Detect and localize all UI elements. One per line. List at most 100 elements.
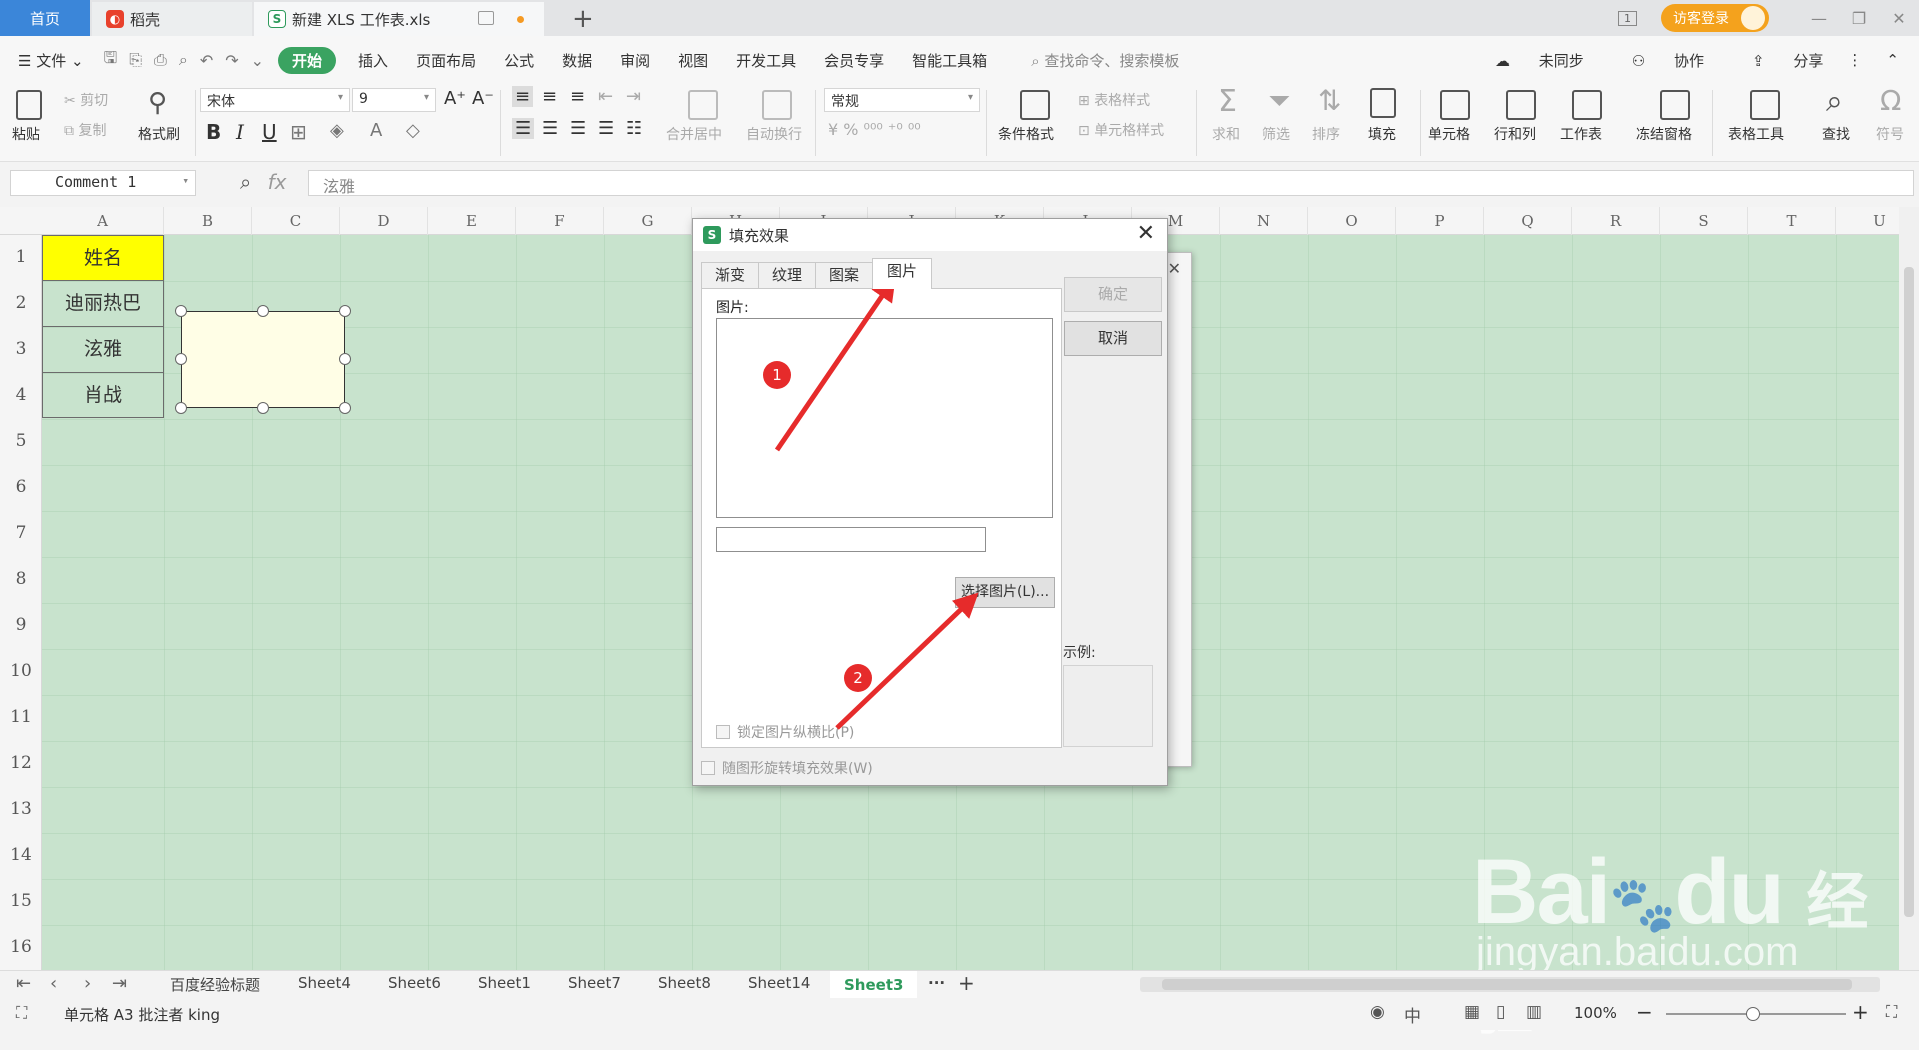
row-header-cell[interactable]: 9 <box>0 615 42 635</box>
wrap-text-button[interactable]: 自动换行 <box>746 124 802 144</box>
symbol-button[interactable]: 符号 <box>1876 124 1904 144</box>
lock-ratio-row[interactable]: 锁定图片纵横比(P) <box>716 722 854 742</box>
table-tools-icon[interactable] <box>1750 90 1780 120</box>
font-size-select[interactable]: 9 ▾ <box>352 88 436 112</box>
fullscreen-icon[interactable]: ⛶ <box>1886 1002 1897 1022</box>
cell-a4[interactable]: 肖战 <box>42 372 164 418</box>
page-count-icon[interactable]: 1 <box>1618 10 1637 26</box>
command-search[interactable]: ⌕ 查找命令、搜索模板 <box>1031 50 1179 71</box>
column-header-cell[interactable]: S <box>1660 207 1748 235</box>
collapse-ribbon-icon[interactable]: ⌃ <box>1886 51 1899 69</box>
column-header-cell[interactable]: T <box>1748 207 1836 235</box>
ok-button[interactable]: 确定 <box>1064 277 1162 312</box>
cond-format-icon[interactable] <box>1020 90 1050 120</box>
row-header-cell[interactable]: 11 <box>0 707 42 727</box>
sheet-tab-active[interactable]: Sheet3 <box>830 971 918 999</box>
paste-icon[interactable] <box>16 90 42 120</box>
filter-icon[interactable]: ⏷ <box>1268 84 1290 118</box>
symbol-icon[interactable]: Ω <box>1880 84 1901 117</box>
tab-picture[interactable]: 图片 <box>872 258 932 289</box>
row-header-cell[interactable]: 16 <box>0 937 42 957</box>
format-painter-button[interactable]: 格式刷 <box>138 124 180 144</box>
more-icon[interactable]: ⋮ <box>1847 51 1862 69</box>
monitor-icon[interactable] <box>478 11 494 25</box>
horizontal-scrollbar[interactable] <box>1140 977 1880 992</box>
rotate-fill-checkbox[interactable] <box>701 761 715 775</box>
menu-page-layout[interactable]: 页面布局 <box>416 50 476 71</box>
sum-button[interactable]: 求和 <box>1212 124 1240 144</box>
sheet-tab[interactable]: Sheet7 <box>568 974 621 992</box>
column-header-cell[interactable]: N <box>1220 207 1308 235</box>
menu-view[interactable]: 视图 <box>678 50 708 71</box>
fx-icon[interactable]: fx <box>268 170 287 194</box>
print-preview-icon[interactable]: ⌕ <box>179 50 188 70</box>
sync-button[interactable]: ☁ 未同步 <box>1471 50 1584 71</box>
redo-icon[interactable]: ↷ <box>225 51 238 70</box>
language-icon[interactable]: 中 <box>1404 1002 1421 1027</box>
clear-icon[interactable]: ◇ <box>406 120 420 141</box>
rotate-fill-row[interactable]: 随图形旋转填充效果(W) <box>701 758 873 778</box>
cell-button[interactable]: 单元格 <box>1428 124 1470 144</box>
sheet-tab[interactable]: Sheet4 <box>298 974 351 992</box>
column-header-cell[interactable]: A <box>42 207 164 235</box>
restore-icon[interactable]: ❐ <box>1839 9 1879 28</box>
tab-document[interactable]: S 新建 XLS 工作表.xls <box>254 2 544 36</box>
column-header-cell[interactable]: G <box>604 207 692 235</box>
menu-review[interactable]: 审阅 <box>620 50 650 71</box>
justify-icon[interactable]: ☰ <box>598 118 614 139</box>
formula-input[interactable]: 泫雅 <box>308 170 1914 196</box>
column-header-cell[interactable]: P <box>1396 207 1484 235</box>
increase-font-icon[interactable]: A⁺ <box>444 88 466 109</box>
row-header-cell[interactable]: 2 <box>0 293 42 313</box>
column-header-cell[interactable]: R <box>1572 207 1660 235</box>
freeze-icon[interactable] <box>1660 90 1690 120</box>
menu-home[interactable]: 开始 <box>278 46 337 74</box>
row-header-cell[interactable]: 8 <box>0 569 42 589</box>
menu-smart-toolbox[interactable]: 智能工具箱 <box>912 50 987 71</box>
cell-a1[interactable]: 姓名 <box>42 235 164 281</box>
menu-insert[interactable]: 插入 <box>358 50 388 71</box>
table-tools-button[interactable]: 表格工具 <box>1728 124 1784 144</box>
new-tab-button[interactable]: + <box>572 4 594 34</box>
cell-style-button[interactable]: ⊡ 单元格样式 <box>1078 120 1164 140</box>
zoom-in-icon[interactable]: + <box>1852 1000 1869 1024</box>
merge-center-icon[interactable] <box>688 90 718 120</box>
more-sheets-icon[interactable]: ··· <box>928 974 945 992</box>
bold-icon[interactable]: B <box>206 120 221 144</box>
row-header-cell[interactable]: 10 <box>0 661 42 681</box>
align-center-icon[interactable]: ☰ <box>542 118 558 139</box>
worksheet-icon[interactable] <box>1572 90 1602 120</box>
row-col-button[interactable]: 行和列 <box>1494 124 1536 144</box>
sheet-tab[interactable]: Sheet8 <box>658 974 711 992</box>
align-bottom-icon[interactable]: ≡ <box>570 86 585 107</box>
next-sheet-icon[interactable]: › <box>84 973 91 994</box>
row-header-cell[interactable]: 1 <box>0 247 42 267</box>
last-sheet-icon[interactable]: ⇥ <box>112 973 127 994</box>
align-left-icon[interactable]: ☰ <box>512 118 535 139</box>
sort-icon[interactable]: ⇅ <box>1318 84 1341 117</box>
find-icon[interactable]: ⌕ <box>1826 84 1843 119</box>
close-icon[interactable]: ✕ <box>1137 221 1155 246</box>
tab-home[interactable]: 首页 <box>0 0 90 36</box>
add-sheet-icon[interactable]: + <box>958 971 975 995</box>
undo-icon[interactable]: ↶ <box>200 51 213 70</box>
row-header-cell[interactable]: 5 <box>0 431 42 451</box>
distribute-icon[interactable]: ☷ <box>626 118 642 139</box>
fill-button[interactable]: 填充 <box>1368 124 1396 144</box>
resize-handle[interactable] <box>257 402 269 414</box>
normal-view-icon[interactable]: ▦ <box>1464 1002 1480 1022</box>
save-icon[interactable]: 🖫 <box>104 47 118 74</box>
copy-button[interactable]: ⧉ 复制 <box>64 120 106 140</box>
comment-shape[interactable] <box>181 311 345 408</box>
worksheet-button[interactable]: 工作表 <box>1560 124 1602 144</box>
column-header-cell[interactable]: O <box>1308 207 1396 235</box>
indent-decrease-icon[interactable]: ⇤ <box>598 86 613 107</box>
align-middle-icon[interactable]: ≡ <box>542 86 557 107</box>
row-header-cell[interactable]: 3 <box>0 339 42 359</box>
export-pdf-icon[interactable]: ⎘ <box>129 50 142 70</box>
resize-handle[interactable] <box>175 402 187 414</box>
column-header-cell[interactable]: B <box>164 207 252 235</box>
fill-icon[interactable] <box>1370 88 1396 118</box>
vertical-scroll-thumb[interactable] <box>1904 267 1914 917</box>
row-header-cell[interactable]: 12 <box>0 753 42 773</box>
